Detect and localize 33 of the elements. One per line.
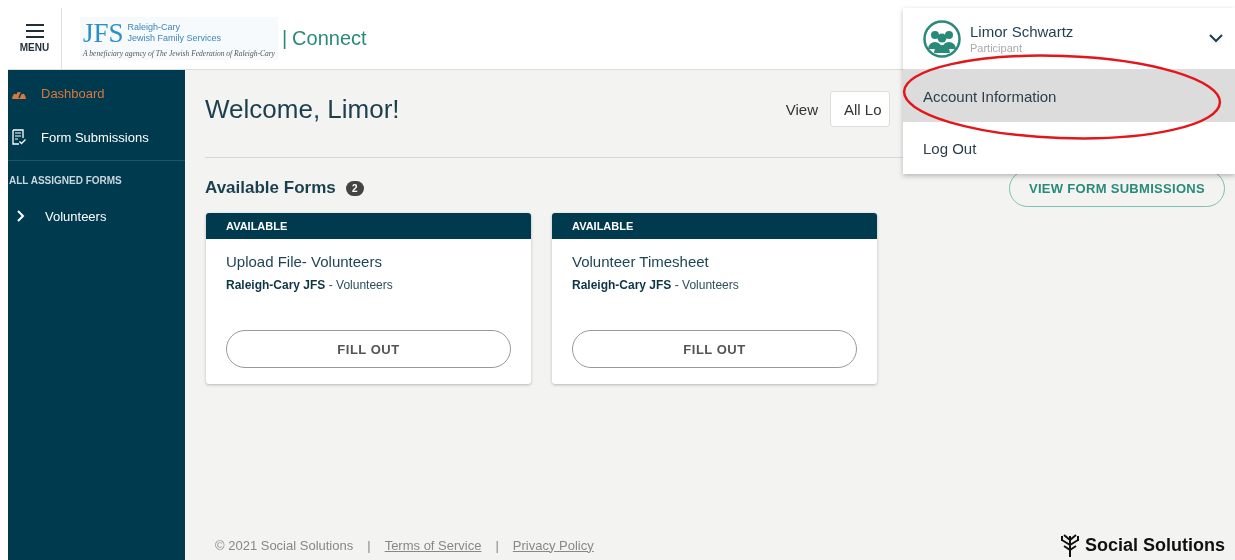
menu-item[interactable]: Account Information: [903, 70, 1235, 122]
separator: |: [281, 27, 288, 50]
sidebar-item[interactable]: Dashboard: [8, 82, 185, 104]
page-title: Welcome, Limor!: [205, 93, 400, 125]
status-label: AVAILABLE: [572, 220, 634, 232]
tree-icon: [1058, 532, 1081, 558]
user-role: Participant: [970, 42, 1023, 54]
status-label: AVAILABLE: [226, 220, 288, 232]
form-title: Volunteer Timesheet: [572, 253, 710, 270]
fill-out-button[interactable]: FILL OUT: [226, 330, 511, 368]
checklist-icon: [11, 129, 27, 145]
form-subtitle: Raleigh-Cary JFS - Volunteers: [226, 278, 394, 292]
form-title: Upload File- Volunteers: [226, 253, 383, 270]
copyright-text: © 2021 Social Solutions: [215, 537, 354, 553]
user-name: Limor Schwartz: [970, 23, 1074, 40]
brand-name: Social Solutions: [1084, 534, 1225, 556]
sidebar-item[interactable]: Volunteers: [8, 205, 185, 227]
logo-text: Raleigh-Cary: [127, 22, 182, 33]
form-subtitle: Raleigh-Cary JFS - Volunteers: [572, 278, 740, 292]
count-badge: 2: [345, 180, 364, 196]
fill-out-button[interactable]: FILL OUT: [572, 330, 857, 368]
chevron-down-icon[interactable]: [1209, 34, 1223, 43]
separator: |: [495, 537, 499, 553]
logo-mark: JFS: [83, 19, 124, 47]
view-label: View: [785, 100, 818, 118]
separator: |: [367, 537, 371, 553]
view-select[interactable]: All Lo: [830, 91, 890, 127]
menu-icon: [25, 24, 44, 38]
sidebar-item[interactable]: Form Submissions: [8, 126, 185, 148]
avatar-icon: [923, 19, 961, 58]
logo-text: Jewish Family Services: [127, 33, 222, 44]
section-heading: Available Forms: [205, 178, 336, 198]
app-name: Connect: [292, 27, 367, 50]
